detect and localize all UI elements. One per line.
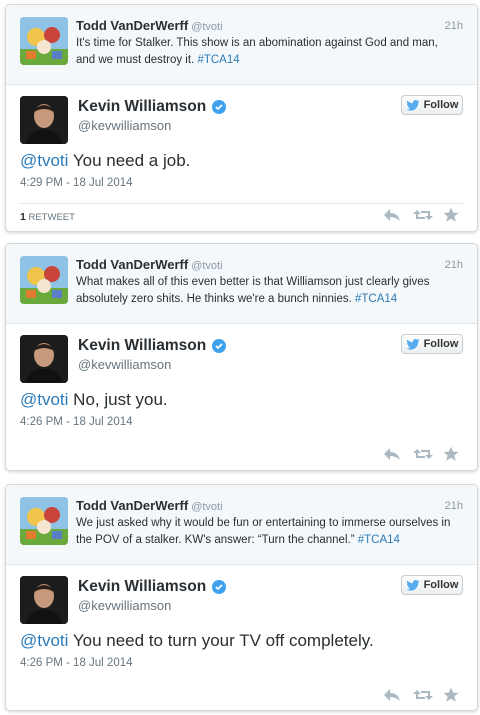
author-avatar[interactable] xyxy=(20,335,68,383)
embedded-tweet-card: Todd VanDerWerff @tvoti 21h We just asked… xyxy=(5,484,478,711)
tweet-text: @tvoti You need to turn your TV off comp… xyxy=(20,631,374,650)
mention-link[interactable]: @tvoti xyxy=(20,151,68,170)
hashtag-link[interactable]: #TCA14 xyxy=(197,54,239,66)
retweet-icon[interactable] xyxy=(413,446,433,462)
tweet-actions xyxy=(383,446,461,462)
favorite-star-icon[interactable] xyxy=(443,687,461,703)
author-name[interactable]: Kevin Williamson xyxy=(78,578,206,596)
tweet-text: @tvoti No, just you. xyxy=(20,390,168,409)
parent-tweet[interactable]: Todd VanDerWerff @tvoti 21h It's time for… xyxy=(6,5,477,85)
twitter-bird-icon xyxy=(405,579,420,591)
follow-button[interactable]: Follow xyxy=(401,95,463,115)
reply-icon[interactable] xyxy=(383,207,401,223)
verified-badge-icon xyxy=(212,580,227,594)
hashtag-link[interactable]: #TCA14 xyxy=(358,534,400,546)
divider xyxy=(20,203,463,204)
parent-tweet-text: It's time for Stalker. This show is an a… xyxy=(76,37,438,66)
parent-timestamp[interactable]: 21h xyxy=(445,257,463,273)
mention-link[interactable]: @tvoti xyxy=(20,631,68,650)
retweet-count[interactable]: 1 RETWEET xyxy=(20,211,75,223)
parent-author-handle[interactable]: @tvoti xyxy=(191,260,222,272)
tweet-actions xyxy=(383,207,461,223)
parent-tweet-text: What makes all of this even better is th… xyxy=(76,276,430,305)
tweet-timestamp[interactable]: 4:26 PM - 18 Jul 2014 xyxy=(20,416,133,428)
parent-avatar[interactable] xyxy=(20,497,68,545)
retweet-icon[interactable] xyxy=(413,207,433,223)
favorite-star-icon[interactable] xyxy=(443,207,461,223)
parent-tweet[interactable]: Todd VanDerWerff @tvoti 21h What makes al… xyxy=(6,244,477,324)
author-handle[interactable]: @kevwilliamson xyxy=(78,357,171,372)
twitter-bird-icon xyxy=(405,338,420,350)
parent-author-name[interactable]: Todd VanDerWerff xyxy=(76,498,188,513)
verified-badge-icon xyxy=(212,339,227,353)
parent-timestamp[interactable]: 21h xyxy=(445,18,463,34)
reply-icon[interactable] xyxy=(383,687,401,703)
follow-button[interactable]: Follow xyxy=(401,334,463,354)
parent-author-name[interactable]: Todd VanDerWerff xyxy=(76,257,188,272)
author-handle[interactable]: @kevwilliamson xyxy=(78,598,171,613)
tweet-timestamp[interactable]: 4:29 PM - 18 Jul 2014 xyxy=(20,177,133,189)
parent-avatar[interactable] xyxy=(20,256,68,304)
reply-tweet: Kevin Williamson @kevwilliamson Follow @… xyxy=(6,85,477,231)
parent-avatar[interactable] xyxy=(20,17,68,65)
author-name[interactable]: Kevin Williamson xyxy=(78,337,206,355)
follow-button[interactable]: Follow xyxy=(401,575,463,595)
favorite-star-icon[interactable] xyxy=(443,446,461,462)
hashtag-link[interactable]: #TCA14 xyxy=(355,293,397,305)
tweet-text: @tvoti You need a job. xyxy=(20,151,191,170)
parent-tweet-text: We just asked why it would be fun or ent… xyxy=(76,517,451,546)
embedded-tweet-card: Todd VanDerWerff @tvoti 21h It's time for… xyxy=(5,4,478,232)
tweet-timestamp[interactable]: 4:26 PM - 18 Jul 2014 xyxy=(20,657,133,669)
author-avatar[interactable] xyxy=(20,576,68,624)
twitter-bird-icon xyxy=(405,99,420,111)
verified-badge-icon xyxy=(212,100,227,114)
parent-timestamp[interactable]: 21h xyxy=(445,498,463,514)
parent-author-name[interactable]: Todd VanDerWerff xyxy=(76,18,188,33)
reply-tweet: Kevin Williamson @kevwilliamson Follow @… xyxy=(6,324,477,470)
mention-link[interactable]: @tvoti xyxy=(20,390,68,409)
reply-tweet: Kevin Williamson @kevwilliamson Follow @… xyxy=(6,565,477,710)
reply-icon[interactable] xyxy=(383,446,401,462)
retweet-icon[interactable] xyxy=(413,687,433,703)
tweet-actions xyxy=(383,687,461,703)
author-avatar[interactable] xyxy=(20,96,68,144)
author-name[interactable]: Kevin Williamson xyxy=(78,98,206,116)
parent-author-handle[interactable]: @tvoti xyxy=(191,21,222,33)
parent-tweet[interactable]: Todd VanDerWerff @tvoti 21h We just asked… xyxy=(6,485,477,565)
parent-author-handle[interactable]: @tvoti xyxy=(191,501,222,513)
embedded-tweet-card: Todd VanDerWerff @tvoti 21h What makes al… xyxy=(5,243,478,471)
author-handle[interactable]: @kevwilliamson xyxy=(78,118,171,133)
